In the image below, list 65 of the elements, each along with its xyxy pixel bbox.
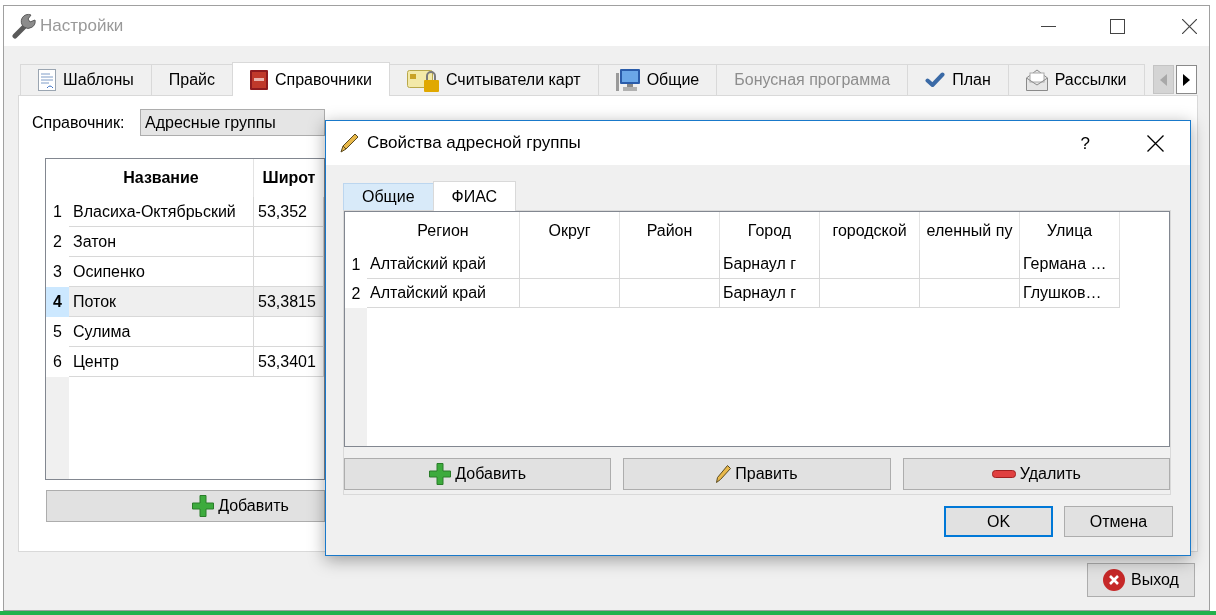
close-icon bbox=[1147, 134, 1164, 152]
table-cell: Барнаул г bbox=[720, 250, 820, 279]
tab[interactable]: Справочники bbox=[232, 62, 390, 96]
dialog-title: Свойства адресной группы bbox=[367, 132, 581, 154]
add-button[interactable]: Добавить bbox=[46, 490, 325, 522]
row-number[interactable]: 2 bbox=[345, 279, 367, 308]
help-button[interactable]: ? bbox=[1080, 134, 1090, 152]
check-icon bbox=[925, 72, 946, 88]
maximize-icon bbox=[1110, 18, 1125, 34]
triangle-left-icon bbox=[1160, 73, 1167, 86]
close-icon bbox=[1182, 18, 1197, 34]
close-button[interactable] bbox=[1182, 18, 1197, 34]
table-cell: 53,3815 bbox=[254, 287, 324, 317]
table-cell: Осипенко bbox=[69, 257, 254, 287]
table-cell: Поток bbox=[69, 287, 254, 317]
row-number[interactable]: 5 bbox=[46, 317, 69, 347]
tab[interactable]: ФИАС bbox=[432, 181, 517, 211]
table-cell: Алтайский край bbox=[367, 250, 520, 279]
tab[interactable]: Общие bbox=[343, 183, 434, 210]
row-number[interactable]: 3 bbox=[46, 257, 69, 287]
table-cell: Сулима bbox=[69, 317, 254, 347]
table-cell: Затон bbox=[69, 227, 254, 257]
tab-scroll-right-button[interactable] bbox=[1176, 65, 1197, 94]
window-title: Настройки bbox=[40, 15, 124, 37]
tab[interactable]: Рассылки bbox=[1007, 64, 1145, 95]
minimize-button[interactable] bbox=[1041, 25, 1056, 27]
minus-icon bbox=[991, 470, 1016, 478]
table-cell: Центр bbox=[69, 347, 254, 377]
close-button[interactable] bbox=[1147, 134, 1164, 152]
document-icon bbox=[38, 69, 56, 91]
table-cell: Власиха-Октябрьский bbox=[69, 197, 254, 227]
plus-icon bbox=[192, 495, 215, 517]
field-label: Справочник: bbox=[32, 112, 125, 133]
envelope-icon bbox=[1025, 69, 1048, 91]
table-cell: 53,352 bbox=[254, 197, 324, 227]
minimize-icon bbox=[1041, 25, 1056, 27]
row-number[interactable]: 6 bbox=[46, 347, 69, 377]
plus-icon bbox=[429, 463, 452, 485]
edit-button[interactable]: Править bbox=[623, 458, 891, 490]
exit-button[interactable]: Выход bbox=[1087, 563, 1195, 597]
pencil-icon bbox=[716, 465, 732, 483]
row-number[interactable]: 1 bbox=[345, 250, 367, 279]
tab[interactable]: Шаблоны bbox=[20, 64, 152, 95]
tab[interactable]: Считыватели карт bbox=[388, 64, 599, 95]
card-lock-icon bbox=[406, 68, 439, 92]
row-number[interactable]: 2 bbox=[46, 227, 69, 257]
maximize-button[interactable] bbox=[1110, 18, 1125, 34]
book-icon bbox=[250, 69, 268, 90]
row-number[interactable]: 4 bbox=[46, 287, 69, 317]
dialog-button[interactable]: OK bbox=[944, 506, 1053, 537]
dialog-button[interactable]: Отмена bbox=[1064, 506, 1173, 537]
triangle-right-icon bbox=[1183, 73, 1190, 86]
x-circle-icon bbox=[1103, 569, 1126, 591]
pencil-icon bbox=[340, 133, 359, 153]
wrench-icon bbox=[12, 13, 36, 39]
directory-dropdown[interactable]: Адресные группы bbox=[140, 109, 325, 136]
monitor-icon bbox=[615, 69, 640, 91]
delete-button[interactable]: Удалить bbox=[902, 458, 1170, 490]
table-cell: Глушков… bbox=[1020, 279, 1120, 308]
row-number[interactable]: 1 bbox=[46, 197, 69, 227]
add-button[interactable]: Добавить bbox=[344, 458, 612, 490]
table-cell: Алтайский край bbox=[367, 279, 520, 308]
table-cell: Барнаул г bbox=[720, 279, 820, 308]
table-cell: 53,3401 bbox=[254, 347, 324, 377]
table-cell: Германа … bbox=[1020, 250, 1120, 279]
